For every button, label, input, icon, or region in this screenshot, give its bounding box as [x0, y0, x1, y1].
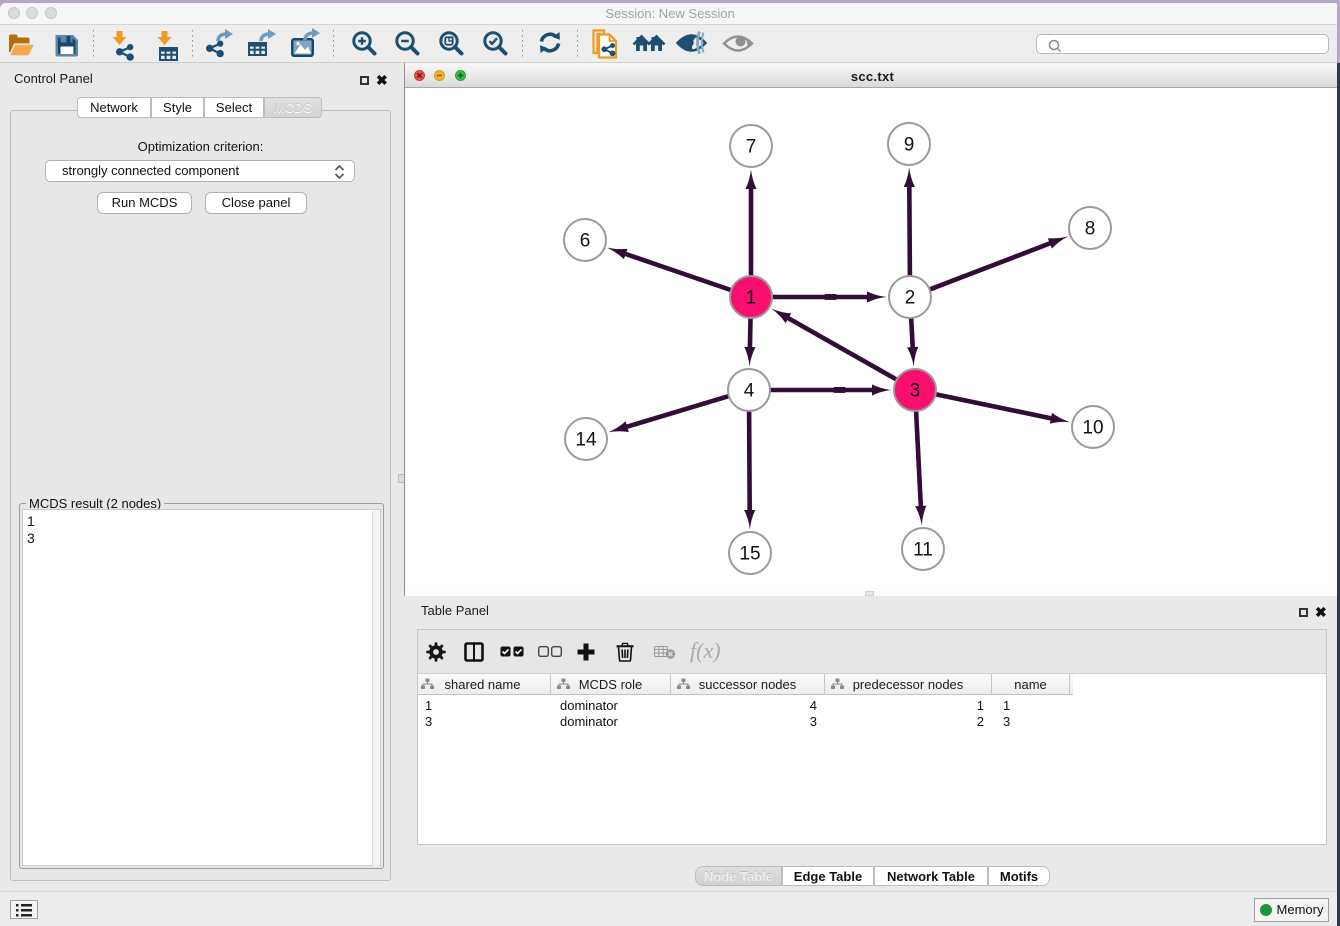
svg-text:10: 10 [1082, 418, 1103, 439]
svg-text:15: 15 [739, 544, 760, 565]
svg-text:1: 1 [746, 288, 757, 309]
svg-text:9: 9 [904, 135, 915, 156]
svg-text:2: 2 [905, 288, 916, 309]
svg-text:7: 7 [746, 137, 757, 158]
svg-text:11: 11 [913, 540, 933, 561]
svg-text:6: 6 [580, 231, 591, 252]
svg-text:3: 3 [910, 381, 921, 402]
svg-text:8: 8 [1085, 219, 1096, 240]
svg-text:14: 14 [575, 430, 597, 451]
svg-text:4: 4 [744, 381, 755, 402]
